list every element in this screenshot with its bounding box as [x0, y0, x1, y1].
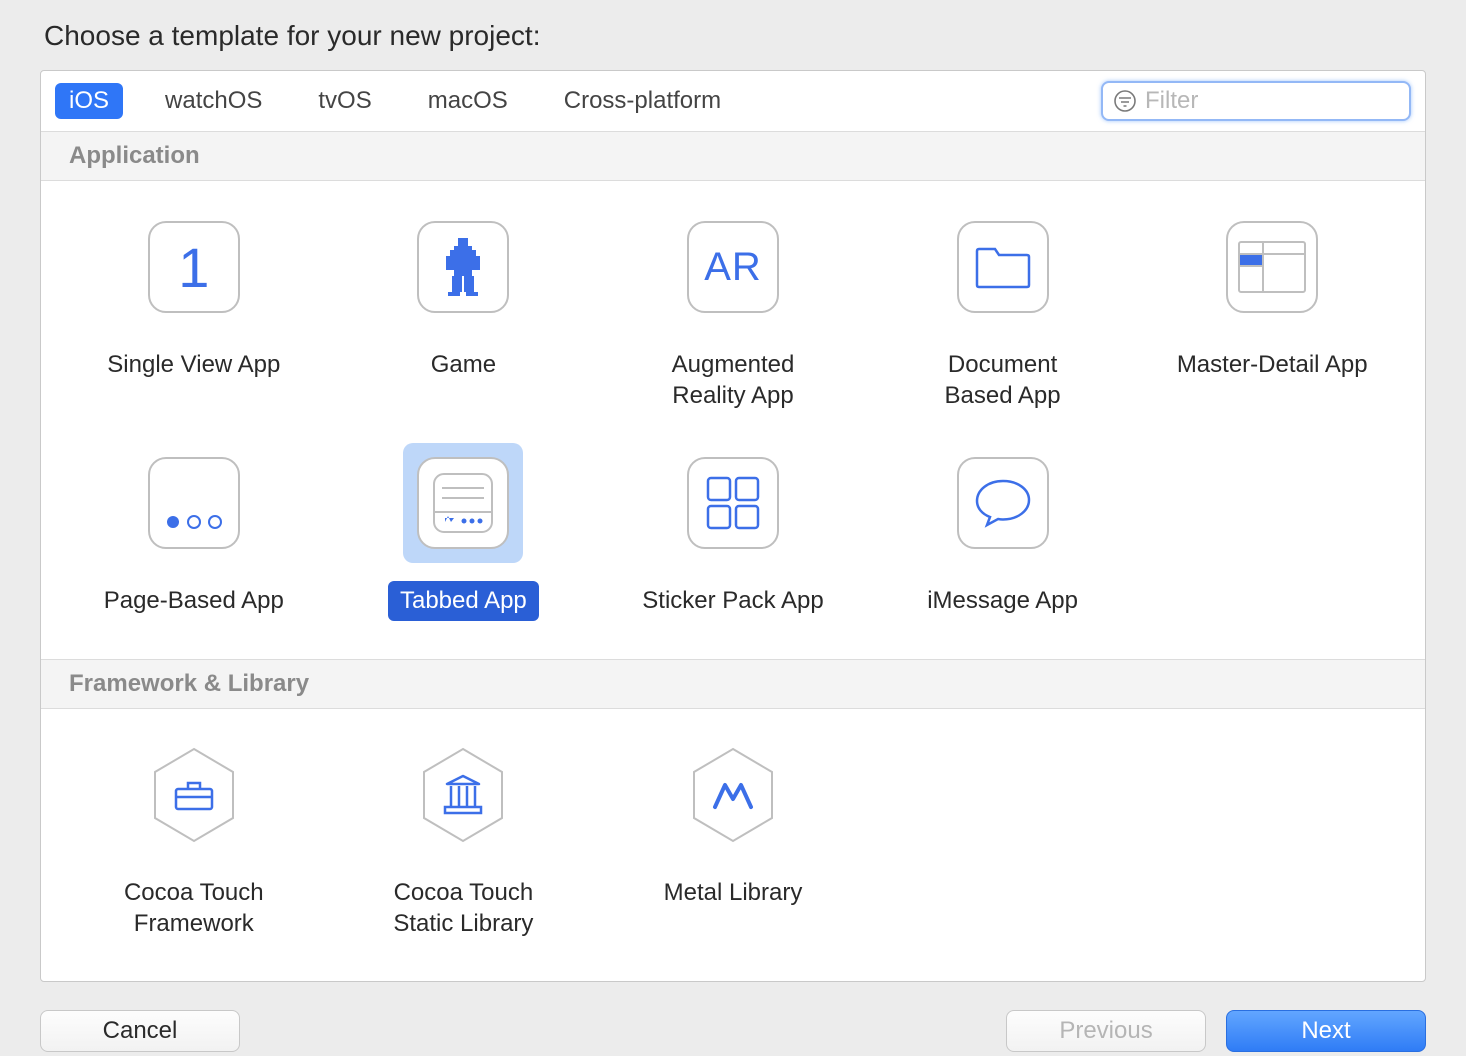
- previous-button[interactable]: Previous: [1006, 1010, 1206, 1052]
- template-label: Augmented Reality App: [660, 345, 807, 415]
- section-header-application: Application: [41, 131, 1425, 181]
- template-label: Cocoa Touch Framework: [112, 873, 276, 943]
- template-label: Game: [419, 345, 508, 384]
- ar-icon: AR: [687, 221, 779, 313]
- framework-grid: Cocoa Touch Framework Cocoa Touch Static…: [41, 709, 1425, 981]
- tabbed-icon: [417, 457, 509, 549]
- library-icon: [418, 745, 508, 845]
- template-cocoa-touch-static-library[interactable]: Cocoa Touch Static Library: [329, 731, 599, 947]
- imessage-icon: [957, 457, 1049, 549]
- template-page-based-app[interactable]: Page-Based App: [59, 439, 329, 624]
- template-label: Metal Library: [652, 873, 815, 912]
- template-metal-library[interactable]: Metal Library: [598, 731, 868, 947]
- template-document-based-app[interactable]: Document Based App: [868, 203, 1138, 419]
- filter-field-wrap[interactable]: [1101, 81, 1411, 121]
- folder-icon: [957, 221, 1049, 313]
- platform-tab-ios[interactable]: iOS: [55, 83, 123, 119]
- game-icon: [417, 221, 509, 313]
- master-detail-icon: [1226, 221, 1318, 313]
- template-single-view-app[interactable]: 1 Single View App: [59, 203, 329, 419]
- template-master-detail-app[interactable]: Master-Detail App: [1137, 203, 1407, 419]
- template-label: Single View App: [95, 345, 292, 384]
- filter-icon: [1113, 89, 1137, 113]
- section-header-framework: Framework & Library: [41, 659, 1425, 709]
- template-panel: iOS watchOS tvOS macOS Cross-platform Ap…: [40, 70, 1426, 982]
- dialog-button-bar: Cancel Previous Next: [40, 982, 1426, 1052]
- platform-tab-tvos[interactable]: tvOS: [304, 83, 385, 119]
- next-button[interactable]: Next: [1226, 1010, 1426, 1052]
- filter-input[interactable]: [1145, 87, 1426, 115]
- template-sticker-pack-app[interactable]: Sticker Pack App: [598, 439, 868, 624]
- platform-tab-macos[interactable]: macOS: [414, 83, 522, 119]
- dialog-heading: Choose a template for your new project:: [40, 20, 1426, 52]
- template-game[interactable]: Game: [329, 203, 599, 419]
- template-label: Page-Based App: [92, 581, 296, 620]
- template-tabbed-app[interactable]: Tabbed App: [329, 439, 599, 624]
- template-imessage-app[interactable]: iMessage App: [868, 439, 1138, 624]
- cancel-button[interactable]: Cancel: [40, 1010, 240, 1052]
- metal-icon: [688, 745, 778, 845]
- template-label: Cocoa Touch Static Library: [381, 873, 545, 943]
- template-augmented-reality-app[interactable]: AR Augmented Reality App: [598, 203, 868, 419]
- template-cocoa-touch-framework[interactable]: Cocoa Touch Framework: [59, 731, 329, 947]
- template-label: Master-Detail App: [1165, 345, 1380, 384]
- template-label: Sticker Pack App: [630, 581, 835, 620]
- template-label: Tabbed App: [388, 581, 539, 620]
- template-label: iMessage App: [915, 581, 1090, 620]
- template-label: Document Based App: [933, 345, 1073, 415]
- platform-tab-cross-platform[interactable]: Cross-platform: [550, 83, 735, 119]
- platform-tab-bar: iOS watchOS tvOS macOS Cross-platform: [41, 71, 1425, 131]
- page-based-icon: [148, 457, 240, 549]
- single-view-icon: 1: [148, 221, 240, 313]
- application-grid: 1 Single View App Game AR Augmented Real…: [41, 181, 1425, 659]
- toolbox-icon: [149, 745, 239, 845]
- sticker-icon: [687, 457, 779, 549]
- platform-tab-watchos[interactable]: watchOS: [151, 83, 276, 119]
